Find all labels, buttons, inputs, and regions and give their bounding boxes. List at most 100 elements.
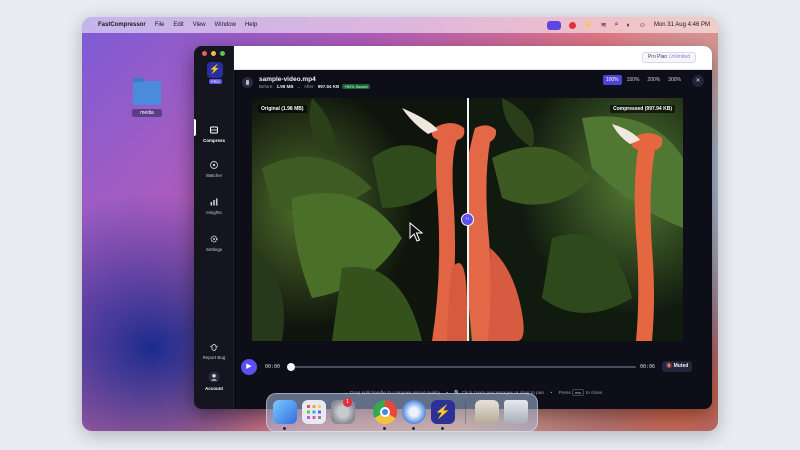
menu-window[interactable]: Window: [215, 22, 236, 28]
desktop-folder-media[interactable]: media: [132, 78, 162, 121]
after-size: 997.94 KB: [317, 83, 340, 89]
gear-icon: [210, 235, 218, 243]
zoom-150-button[interactable]: 150%: [624, 75, 643, 85]
sidebar-item-label: Settings: [205, 247, 223, 252]
file-icon: [242, 76, 253, 88]
desktop-screen: FastCompressor File Edit View Window Hel…: [82, 17, 718, 431]
screen-share-icon[interactable]: [547, 20, 562, 30]
chrome-icon[interactable]: [373, 400, 397, 424]
zoom-group: 100% 150% 200% 300%: [602, 75, 684, 85]
esc-key: esc: [572, 389, 585, 396]
bar-chart-icon: [210, 198, 218, 206]
sidebar: ⚡ PRO Compress Watcher Insights Settings: [194, 46, 234, 409]
menu-help[interactable]: Help: [245, 22, 257, 28]
after-label: After:: [304, 83, 315, 89]
original-label: Original (1.98 MB): [258, 105, 307, 113]
hint-separator: •: [550, 391, 553, 396]
sidebar-item-insights[interactable]: Insights: [194, 197, 234, 215]
close-button[interactable]: ✕: [692, 75, 704, 87]
split-handle[interactable]: ‹›: [461, 213, 474, 226]
dock-separator: [465, 402, 466, 424]
current-time: 00:00: [265, 364, 281, 370]
compressed-label: Compressed (997.94 KB): [610, 105, 675, 113]
top-bar: Pro Plan Unlimited: [234, 46, 712, 70]
progress-knob[interactable]: [287, 363, 295, 371]
pro-badge: PRO: [209, 79, 222, 84]
plan-sub-label: Unlimited: [669, 54, 690, 60]
sidebar-item-label: Compress: [202, 138, 225, 143]
saved-badge: +51% Saved: [342, 83, 370, 89]
sidebar-item-watcher[interactable]: Watcher: [194, 160, 234, 178]
sidebar-item-label: Report Bug: [202, 355, 226, 360]
menu-clock[interactable]: Mon 31 Aug 4:46 PM: [654, 22, 710, 28]
progress-track[interactable]: [287, 366, 636, 368]
file-name: sample-video.mp4: [259, 75, 316, 83]
sidebar-item-settings[interactable]: Settings: [194, 234, 234, 252]
watcher-icon: [210, 161, 218, 169]
launchpad-grid-icon: [307, 405, 321, 419]
sidebar-item-account[interactable]: Account: [194, 371, 234, 391]
running-indicator: [412, 427, 415, 430]
launchpad-icon[interactable]: [302, 400, 326, 424]
sidebar-item-label: Account: [205, 386, 223, 391]
compare-panel: sample-video.mp4 Before: 1.98 MB → After…: [234, 70, 712, 409]
zoom-100-button[interactable]: 100%: [602, 75, 622, 85]
before-size: 1.98 MB: [276, 83, 294, 89]
app-logo-icon: ⚡: [207, 62, 223, 78]
bug-icon: [209, 344, 219, 351]
chrome-center-icon: [380, 407, 390, 417]
search-icon[interactable]: ⌕: [615, 21, 619, 29]
file-sizes: Before: 1.98 MB → After: 997.94 KB +51% …: [259, 83, 370, 89]
account-icon: [208, 371, 220, 383]
app-window: ⚡ PRO Compress Watcher Insights Settings: [194, 46, 712, 409]
running-indicator: [441, 427, 444, 430]
menu-view[interactable]: View: [193, 22, 206, 28]
plan-badge[interactable]: Pro Plan Unlimited: [641, 52, 696, 63]
mouse-cursor-icon: [409, 222, 423, 242]
bolt-status-icon[interactable]: ⚡: [584, 21, 593, 29]
sidebar-item-report-bug[interactable]: Report Bug: [194, 342, 234, 360]
menu-file[interactable]: File: [155, 22, 165, 28]
fastcompressor-dock-icon[interactable]: ⚡: [431, 400, 455, 424]
running-indicator: [383, 427, 386, 430]
safari-icon[interactable]: [402, 400, 426, 424]
video-compare-viewer[interactable]: Original (1.98 MB) Compressed (997.94 KB…: [252, 98, 683, 341]
trash-icon[interactable]: [504, 400, 528, 424]
mute-button[interactable]: 🔇 Muted: [662, 361, 693, 372]
menu-app-name[interactable]: FastCompressor: [98, 22, 146, 28]
zoom-300-button[interactable]: 300%: [665, 75, 684, 85]
sidebar-item-compress[interactable]: Compress: [194, 125, 234, 143]
file-meta: sample-video.mp4 Before: 1.98 MB → After…: [259, 76, 370, 89]
zoom-window-icon[interactable]: [220, 51, 225, 56]
before-label: Before:: [259, 83, 274, 89]
zoom-200-button[interactable]: 200%: [644, 75, 663, 85]
menu-bar-status: ⚡ ≋ ⌕ ◐ ☺ Mon 31 Aug 4:46 PM: [547, 20, 710, 30]
minimize-window-icon[interactable]: [211, 51, 216, 56]
player-controls: ▶ 00:00 00:06 🔇 Muted: [234, 351, 712, 379]
folder-icon: [133, 78, 161, 105]
arrow-icon: →: [296, 83, 302, 89]
hint-close-prefix: Press: [558, 391, 571, 396]
file-header: sample-video.mp4 Before: 1.98 MB → After…: [234, 70, 712, 94]
control-center-icon[interactable]: ◐: [627, 22, 631, 29]
desktop-folder-label: media: [132, 109, 162, 117]
play-button[interactable]: ▶: [241, 359, 257, 375]
sidebar-item-label: Watcher: [205, 173, 223, 178]
user-icon[interactable]: ☺: [639, 22, 646, 29]
running-indicator: [283, 427, 286, 430]
wifi-icon[interactable]: ≋: [601, 21, 607, 29]
dock: ⚡: [266, 393, 538, 432]
window-controls: [202, 51, 225, 56]
mute-label: Muted: [673, 363, 689, 369]
sidebar-item-label: Insights: [206, 210, 222, 215]
notification-badge: 1: [343, 398, 352, 407]
plan-label: Pro Plan: [647, 54, 668, 60]
menu-edit[interactable]: Edit: [173, 22, 183, 28]
menu-bar: FastCompressor File Edit View Window Hel…: [82, 17, 718, 33]
finder-icon[interactable]: [273, 400, 297, 424]
total-time: 00:06: [640, 364, 656, 370]
record-icon[interactable]: [569, 21, 577, 29]
preview-icon[interactable]: [475, 400, 499, 424]
close-window-icon[interactable]: [202, 51, 207, 56]
hint-close-suffix: to close: [585, 391, 603, 396]
